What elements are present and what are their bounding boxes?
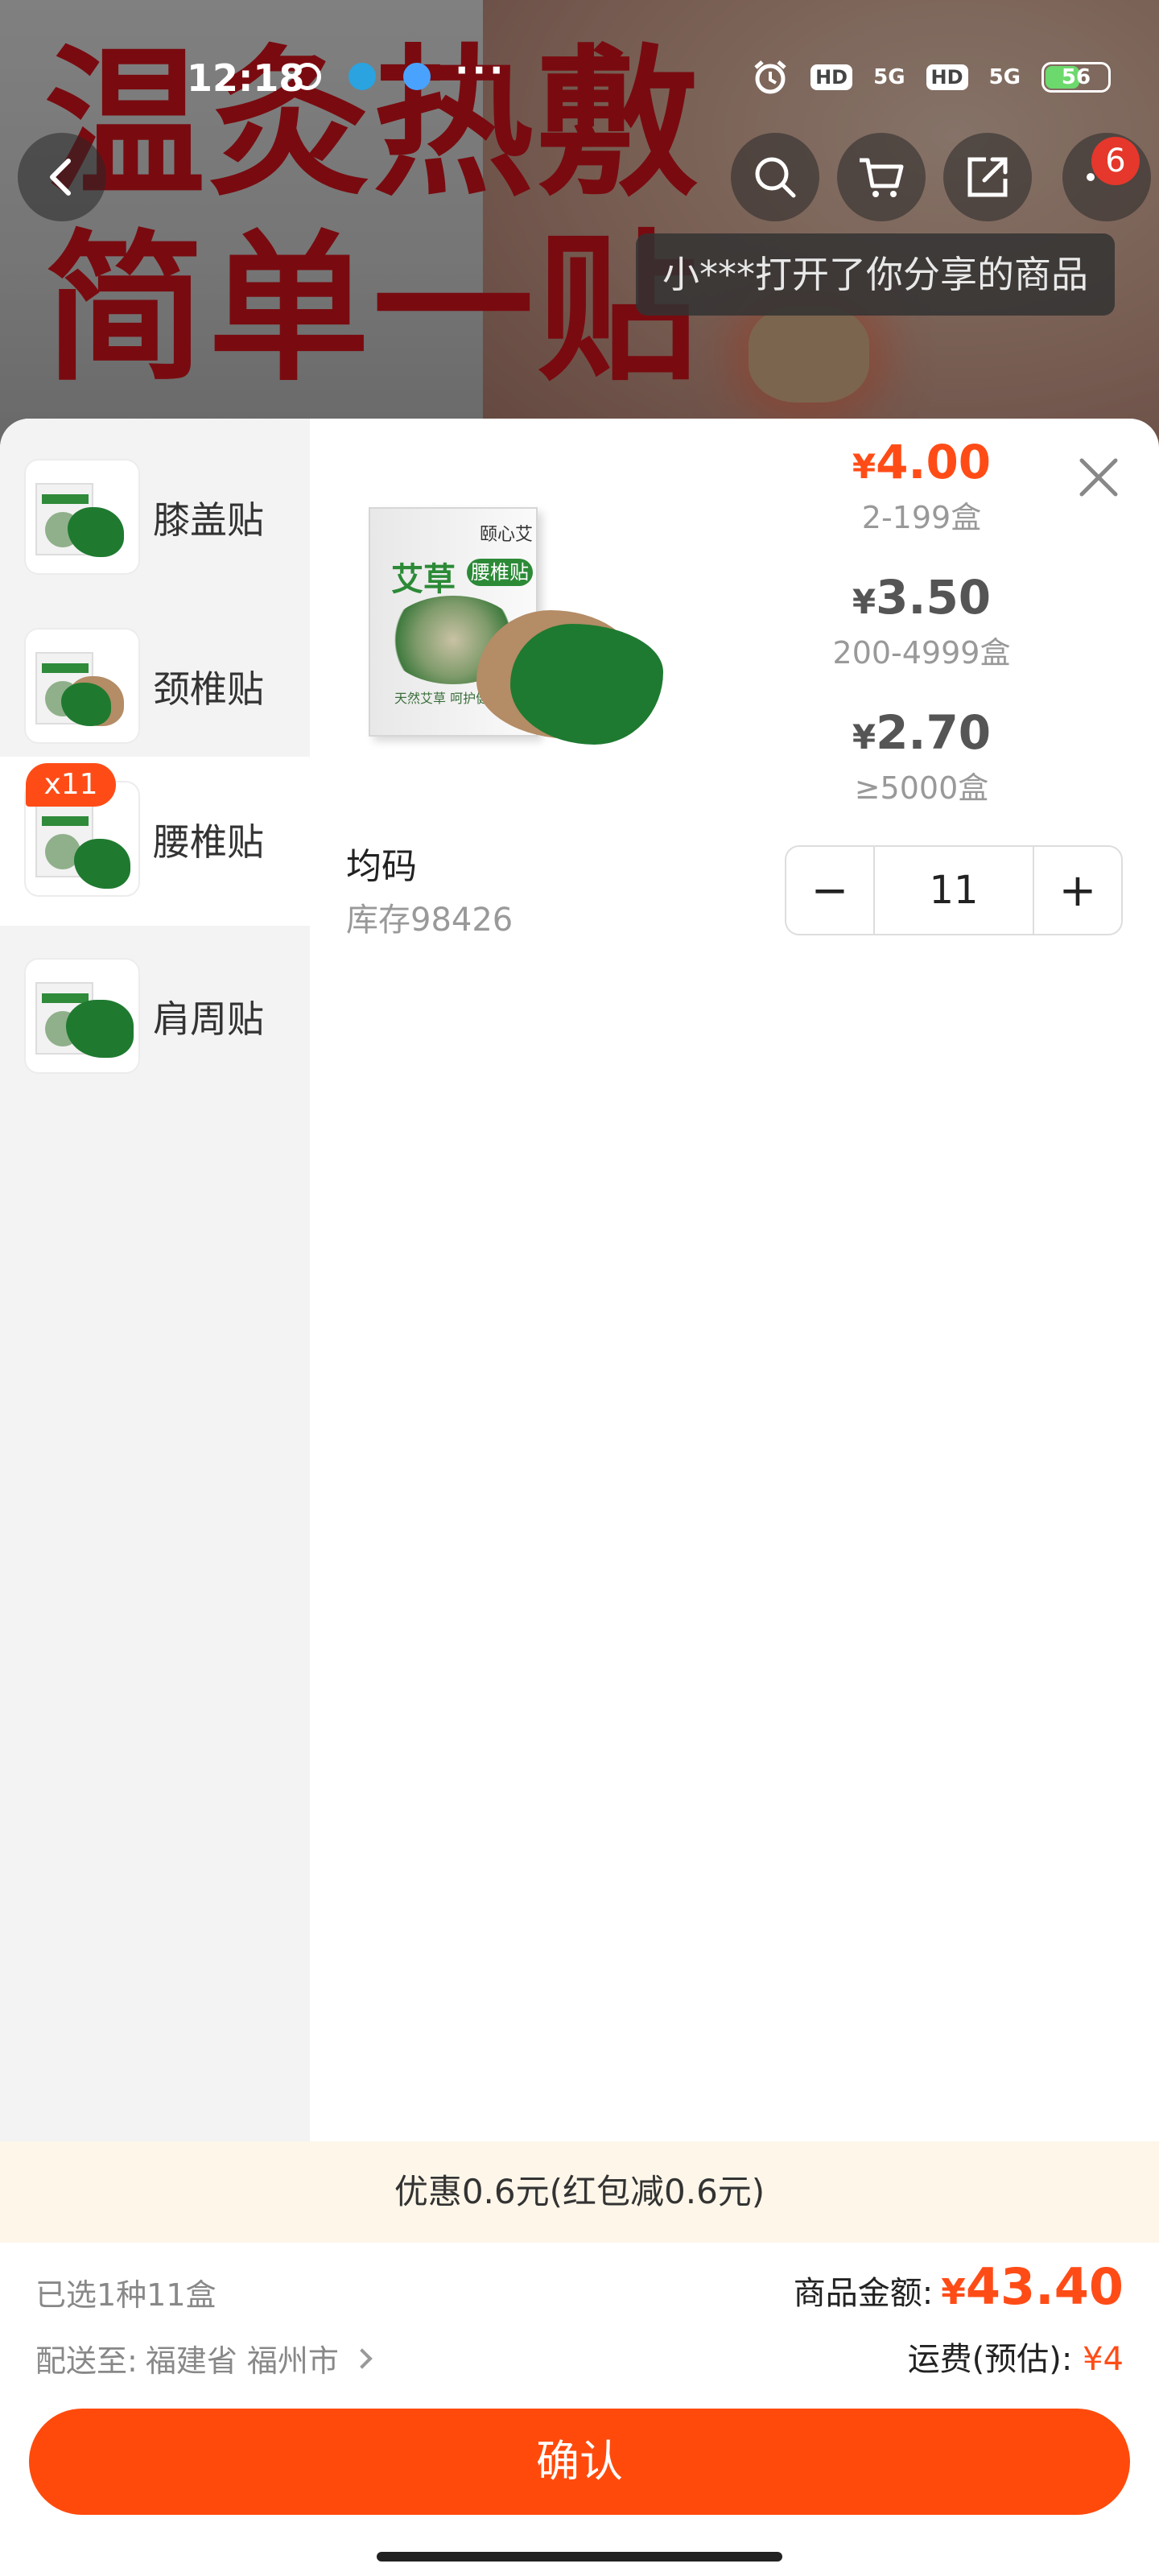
cart-button[interactable] bbox=[837, 133, 926, 221]
tier-range: ≥5000盒 bbox=[854, 770, 989, 806]
share-button[interactable] bbox=[943, 133, 1032, 221]
product-image[interactable]: 颐心艾 艾草 腰椎贴 天然艾草 呵护健康 bbox=[338, 491, 676, 797]
ship-to-value: 福建省 福州市 bbox=[145, 2343, 339, 2379]
freight-label: 运费(预估): bbox=[907, 2341, 1073, 2378]
share-icon bbox=[967, 157, 1008, 197]
close-icon bbox=[1079, 458, 1118, 497]
telegram-icon bbox=[349, 63, 376, 90]
alarm-icon bbox=[754, 60, 786, 94]
price-tier: ¥4.00 2-199盒 bbox=[805, 435, 1038, 570]
variant-sidebar: 膝盖贴 颈椎贴 x11 腰椎贴 肩周贴 bbox=[0, 419, 310, 2141]
tier-price: 3.50 bbox=[876, 570, 992, 625]
increase-button[interactable]: + bbox=[1034, 847, 1121, 934]
close-button[interactable] bbox=[1070, 449, 1127, 506]
sidebar-item-lumbar[interactable]: x11 腰椎贴 bbox=[0, 757, 310, 926]
status-bar: 12:18 ··· HD 5G HD 5G 56 bbox=[0, 0, 1159, 113]
freight-value: ¥4 bbox=[1083, 2341, 1124, 2378]
confirm-button[interactable]: 确认 bbox=[29, 2409, 1130, 2515]
selected-summary: 已选1种11盒 bbox=[35, 2277, 217, 2313]
tier-range: 2-199盒 bbox=[861, 500, 982, 535]
battery-level: 56 bbox=[1061, 65, 1091, 89]
discount-banner: 优惠0.6元(红包减0.6元) bbox=[0, 2141, 1159, 2243]
sidebar-item-knee[interactable]: 膝盖贴 bbox=[0, 435, 310, 604]
cat-app-icon bbox=[403, 63, 431, 90]
hd-badge-1: HD bbox=[810, 64, 853, 90]
selected-qty-badge: x11 bbox=[26, 763, 116, 807]
search-icon bbox=[755, 157, 796, 198]
sidebar-item-neck[interactable]: 颈椎贴 bbox=[0, 604, 310, 773]
price-tier: ¥3.50 200-4999盒 bbox=[805, 570, 1038, 705]
tier-price: 4.00 bbox=[876, 435, 992, 489]
status-time: 12:18 bbox=[187, 56, 305, 100]
sidebar-item-label: 膝盖贴 bbox=[153, 498, 264, 542]
total-amount: 商品金额: ¥43.40 bbox=[794, 2257, 1124, 2316]
sidebar-item-label: 肩周贴 bbox=[153, 997, 264, 1041]
notification-count-badge: 6 bbox=[1091, 137, 1140, 185]
signal-5g-2: 5G bbox=[988, 65, 1021, 89]
ship-to-label: 配送至: bbox=[35, 2343, 138, 2379]
chevron-left-icon bbox=[50, 159, 71, 196]
hd-badge-2: HD bbox=[926, 64, 968, 90]
currency-symbol: ¥ bbox=[852, 717, 876, 757]
sidebar-item-label: 颈椎贴 bbox=[153, 667, 264, 711]
share-toast: 小***打开了你分享的商品 bbox=[636, 233, 1115, 316]
box-brand: 颐心艾 bbox=[480, 525, 534, 545]
variant-thumbnail bbox=[26, 960, 138, 1072]
sidebar-item-shoulder[interactable]: 肩周贴 bbox=[0, 934, 310, 1103]
search-button[interactable] bbox=[731, 133, 819, 221]
stock-count: 库存98426 bbox=[346, 902, 514, 939]
decrease-button[interactable]: − bbox=[786, 847, 873, 934]
battery-icon: 56 bbox=[1041, 62, 1111, 93]
signal-5g-1: 5G bbox=[873, 65, 905, 89]
back-button[interactable] bbox=[18, 133, 106, 221]
box-title: 艾草 bbox=[391, 561, 456, 598]
variant-thumbnail bbox=[26, 630, 138, 742]
chevron-right-icon bbox=[352, 2347, 373, 2369]
tier-range: 200-4999盒 bbox=[832, 635, 1011, 671]
ship-to-selector[interactable]: 配送至: 福建省 福州市 bbox=[35, 2336, 373, 2380]
status-notification-icons bbox=[294, 63, 431, 90]
home-indicator[interactable] bbox=[377, 2552, 782, 2562]
status-more-icon: ··· bbox=[455, 48, 507, 92]
spec-name: 均码 bbox=[346, 846, 417, 887]
freight-estimate: 运费(预估): ¥4 bbox=[908, 2333, 1124, 2380]
price-tier: ¥2.70 ≥5000盒 bbox=[805, 705, 1038, 840]
quantity-input[interactable]: 11 bbox=[873, 847, 1034, 934]
sku-selection-sheet: 膝盖贴 颈椎贴 x11 腰椎贴 肩周贴 颐心艾 艾草 腰椎贴 天然艾草 呵护健康… bbox=[0, 419, 1159, 2576]
quantity-stepper: − 11 + bbox=[785, 845, 1123, 935]
status-right: HD 5G HD 5G 56 bbox=[751, 58, 1111, 97]
currency-symbol: ¥ bbox=[852, 582, 876, 621]
target-app-icon bbox=[294, 63, 321, 90]
cart-icon bbox=[860, 158, 904, 197]
box-title-badge: 腰椎贴 bbox=[467, 559, 533, 586]
currency-symbol: ¥ bbox=[852, 447, 876, 486]
price-tiers: ¥4.00 2-199盒 ¥3.50 200-4999盒 ¥2.70 ≥5000… bbox=[805, 435, 1038, 840]
tier-price: 2.70 bbox=[876, 705, 992, 760]
variant-thumbnail bbox=[26, 460, 138, 573]
total-value: 43.40 bbox=[965, 2257, 1124, 2316]
total-label: 商品金额: bbox=[793, 2275, 934, 2312]
total-currency: ¥ bbox=[941, 2272, 966, 2313]
sidebar-item-label: 腰椎贴 bbox=[153, 820, 264, 864]
